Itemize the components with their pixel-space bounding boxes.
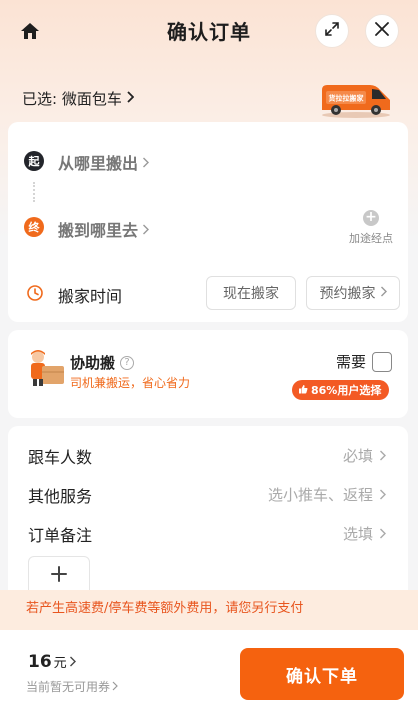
from-address-field[interactable]: 从哪里搬出: [58, 150, 150, 174]
price-unit: 元: [53, 656, 67, 671]
chevron-right-icon: [69, 652, 76, 671]
helper-title-text: 协助搬: [70, 354, 116, 372]
people-count-row[interactable]: 跟车人数 必填: [8, 436, 408, 474]
chevron-right-icon: [379, 486, 386, 504]
move-now-label: 现在搬家: [223, 286, 279, 302]
coupon-text: 当前暂无可用券: [26, 680, 111, 694]
add-stop-icon: +: [363, 210, 379, 226]
schedule-move-button[interactable]: 预约搬家: [306, 276, 400, 310]
start-badge: 起: [24, 151, 44, 171]
chevron-right-icon: [142, 220, 150, 239]
route-connector: [33, 182, 35, 202]
add-stop-button[interactable]: + 加途经点: [346, 210, 396, 246]
price-amount: 16: [28, 652, 52, 672]
confirm-order-button[interactable]: 确认下单: [240, 648, 404, 700]
to-address-field[interactable]: 搬到哪里去: [58, 217, 150, 241]
van-logo-text: 货拉拉搬家: [328, 94, 365, 103]
other-services-row[interactable]: 其他服务 选小推车、返程: [8, 475, 408, 513]
vehicle-selector[interactable]: 已选: 微面包车: [22, 86, 135, 110]
to-address-label: 搬到哪里去: [58, 221, 139, 240]
chevron-right-icon: [380, 285, 387, 301]
chevron-right-icon: [112, 680, 118, 694]
chevron-right-icon: [379, 447, 386, 465]
coupon-selector[interactable]: 当前暂无可用券: [26, 678, 118, 695]
extra-fee-notice: 若产生高速费/停车费等额外费用，请您另行支付: [0, 590, 418, 630]
order-remark-row[interactable]: 订单备注 选填: [8, 514, 408, 552]
price-detail[interactable]: 16 元: [28, 652, 76, 672]
expand-button[interactable]: [315, 14, 349, 48]
schedule-move-label: 预约搬家: [319, 286, 376, 302]
people-count-value: 必填: [343, 445, 386, 466]
help-icon[interactable]: ?: [120, 355, 135, 370]
chevron-right-icon: [379, 525, 386, 543]
vehicle-label: 已选: 微面包车: [22, 89, 122, 108]
helper-card: 协助搬 ? 司机兼搬运，省心省力 需要 86%用户选择: [8, 330, 408, 418]
end-badge: 终: [24, 217, 44, 237]
page-title: 确认订单: [167, 20, 251, 44]
move-time-row: 搬家时间 现在搬家 预约搬家: [22, 276, 402, 310]
move-now-button[interactable]: 现在搬家: [206, 276, 296, 310]
header-bar: 确认订单: [0, 0, 418, 62]
close-button[interactable]: [365, 14, 399, 48]
need-checkbox[interactable]: [372, 352, 392, 372]
other-services-label: 其他服务: [28, 487, 93, 506]
route-card: 起 终 从哪里搬出 搬到哪里去 + 加途经点 搬家时间 现在搬家 预约搬家: [8, 122, 408, 322]
chevron-right-icon: [126, 89, 135, 107]
expand-icon: [323, 20, 341, 42]
need-label: 需要: [336, 353, 367, 371]
popularity-badge: 86%用户选择: [292, 380, 390, 400]
close-icon: [374, 21, 390, 41]
chevron-right-icon: [142, 153, 150, 172]
popularity-badge-text: 86%用户选择: [311, 384, 382, 397]
helper-title: 协助搬 ?: [70, 352, 135, 373]
confirm-order-label: 确认下单: [286, 666, 358, 687]
mover-avatar-icon: [22, 348, 70, 388]
van-image: 货拉拉搬家: [318, 80, 394, 118]
order-remark-placeholder: 选填: [342, 525, 373, 543]
footer-bar: 16 元 当前暂无可用券 确认下单: [0, 630, 418, 712]
plus-icon: [50, 565, 68, 587]
people-count-label: 跟车人数: [28, 448, 93, 467]
other-services-placeholder: 选小推车、返程: [267, 486, 373, 504]
other-services-value: 选小推车、返程: [268, 484, 386, 505]
helper-subtitle: 司机兼搬运，省心省力: [70, 376, 191, 390]
move-time-label: 搬家时间: [58, 287, 123, 306]
from-address-label: 从哪里搬出: [58, 154, 139, 173]
order-details-card: 跟车人数 必填 其他服务 选小推车、返程 订单备注 选填: [8, 426, 408, 616]
people-count-placeholder: 必填: [342, 447, 373, 465]
clock-icon: [26, 284, 44, 302]
thumbs-up-icon: [298, 384, 308, 397]
order-remark-value: 选填: [343, 523, 386, 544]
add-stop-label: 加途经点: [349, 232, 393, 245]
order-remark-label: 订单备注: [28, 526, 93, 545]
